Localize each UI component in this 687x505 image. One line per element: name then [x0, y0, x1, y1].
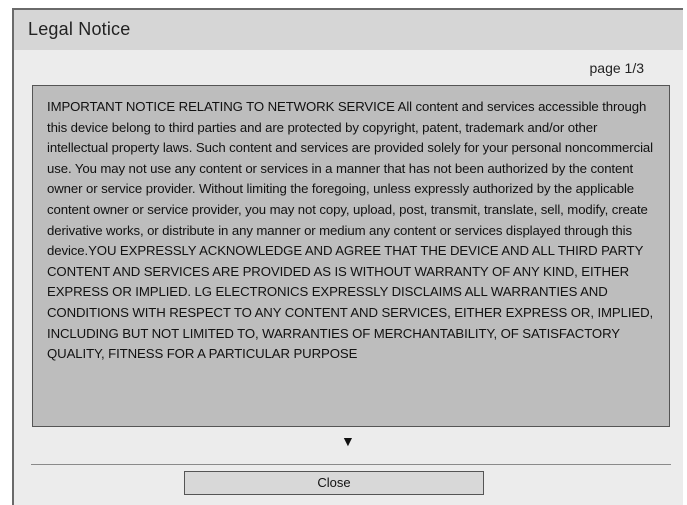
dialog-title: Legal Notice	[28, 19, 131, 39]
legal-notice-text: IMPORTANT NOTICE RELATING TO NETWORK SER…	[47, 99, 654, 362]
dialog-title-bar: Legal Notice	[14, 10, 683, 50]
legal-notice-text-box[interactable]: IMPORTANT NOTICE RELATING TO NETWORK SER…	[32, 85, 670, 427]
close-button[interactable]: Close	[184, 471, 484, 495]
page-indicator: page 1/3	[589, 60, 645, 76]
scroll-down-icon[interactable]: ▼	[341, 434, 355, 448]
legal-notice-dialog: Legal Notice page 1/3 IMPORTANT NOTICE R…	[12, 8, 683, 505]
divider	[31, 464, 671, 465]
